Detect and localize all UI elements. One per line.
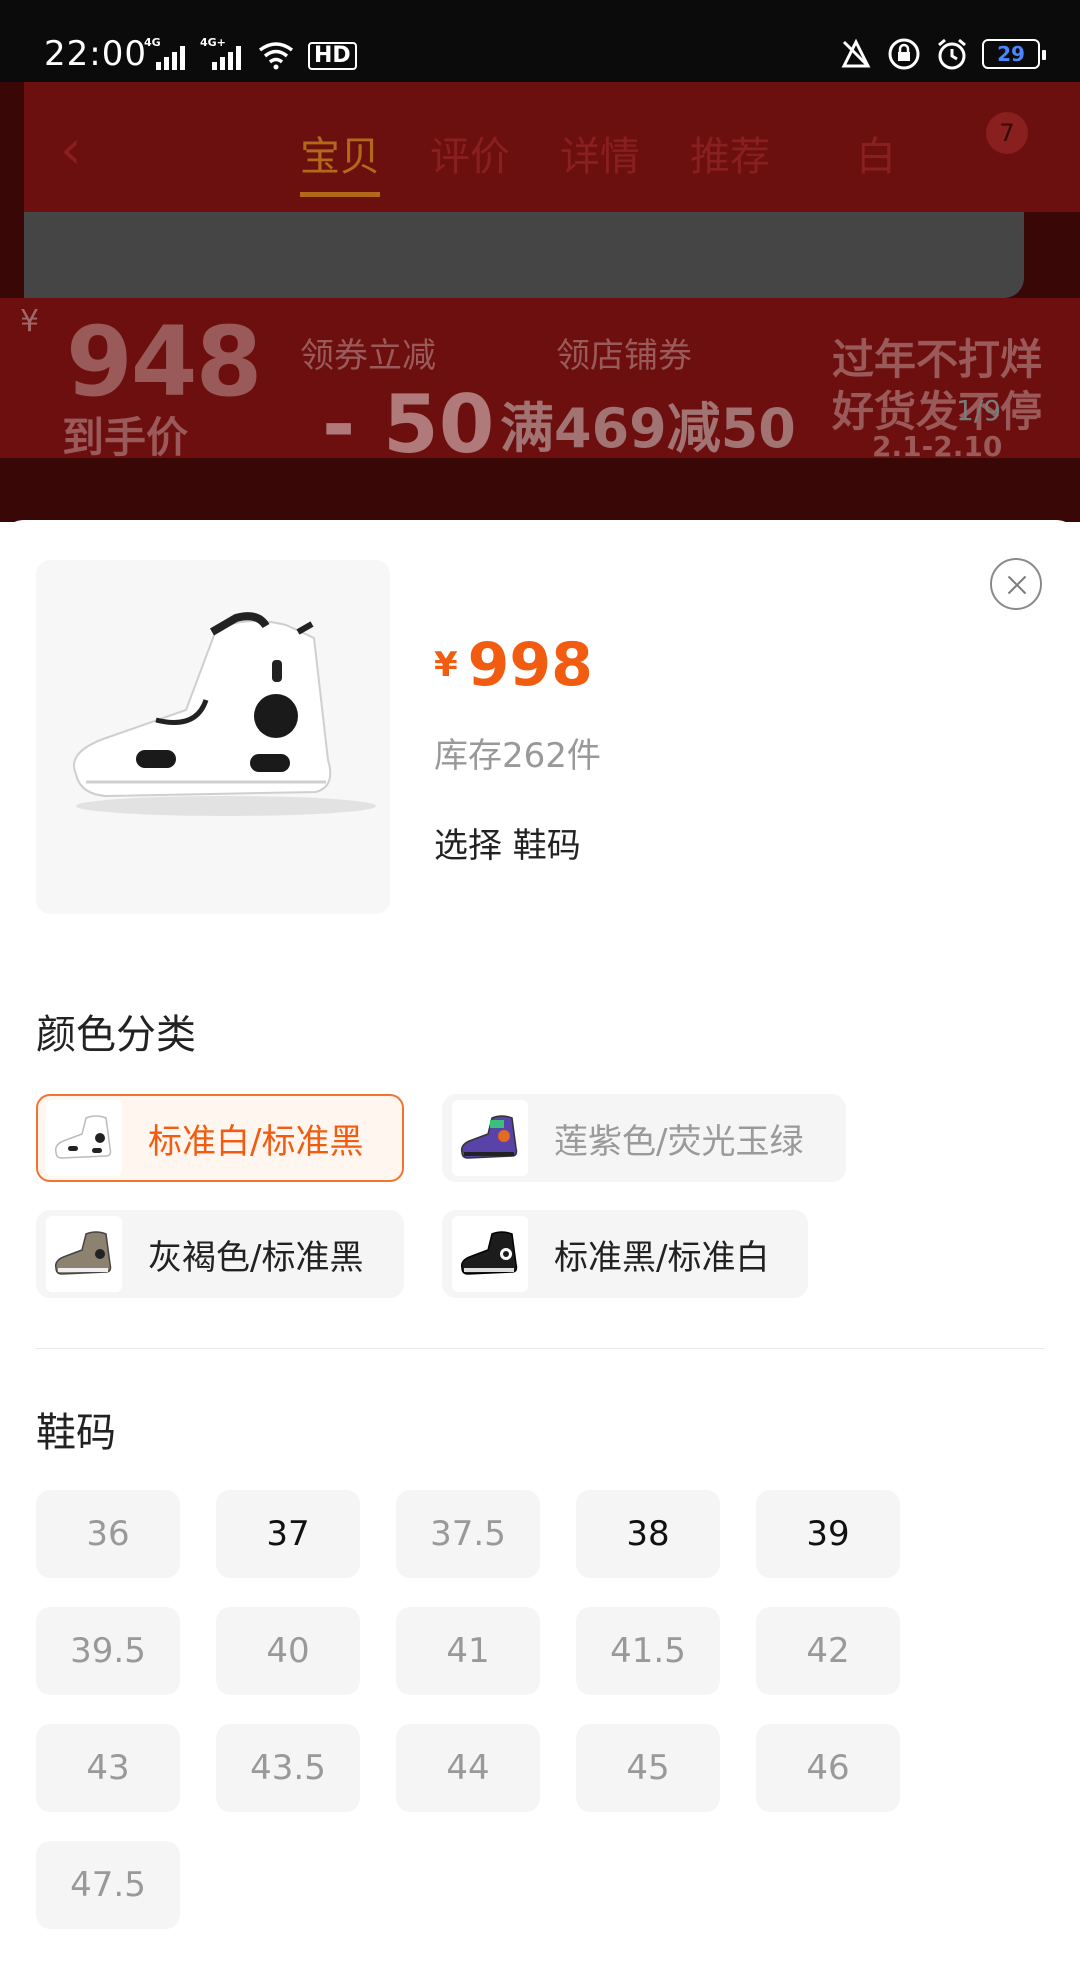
background-tabs: 宝贝 评价 详情 推荐 [300, 124, 770, 197]
size-option-41[interactable]: 41 [396, 1607, 540, 1695]
status-right: 29 [838, 36, 1046, 72]
status-bar: 22:00 4G 4G+ HD 29 [0, 0, 1080, 82]
back-icon: ‹ [60, 118, 82, 181]
size-option-37[interactable]: 37 [216, 1490, 360, 1578]
color-option-label: 灰褐色/标准黑 [148, 1237, 364, 1278]
alarm-icon [938, 38, 966, 70]
promo-dates: 2.1-2.10 [872, 430, 1003, 463]
color-thumbnail [452, 1216, 528, 1292]
section-divider [36, 1348, 1044, 1349]
size-option-42[interactable]: 42 [756, 1607, 900, 1695]
tab-details: 详情 [560, 134, 640, 180]
status-time: 22:00 [44, 34, 147, 74]
product-price: ¥998 [434, 630, 593, 700]
color-option-black-white[interactable]: 标准黑/标准白 [442, 1210, 808, 1298]
size-option-46[interactable]: 46 [756, 1724, 900, 1812]
promo-shop-coupon-value: 满469减50 [500, 397, 796, 460]
background-color-label: 白 [856, 134, 896, 180]
price-value: 998 [467, 630, 593, 700]
size-option-36[interactable]: 36 [36, 1490, 180, 1578]
tab-recommend: 推荐 [690, 134, 770, 180]
color-section-title: 颜色分类 [36, 1012, 196, 1058]
currency-symbol: ¥ [434, 645, 458, 685]
promo-shop-coupon-label: 领店铺券 [556, 336, 692, 376]
hd-icon: HD [308, 42, 357, 70]
tab-reviews: 评价 [430, 134, 510, 180]
size-option-37-5[interactable]: 37.5 [396, 1490, 540, 1578]
image-page-indicator: 1/9 [956, 394, 1002, 427]
color-option-label: 标准黑/标准白 [554, 1237, 770, 1278]
promo-coupon-label: 领券立减 [300, 336, 436, 376]
size-option-47-5[interactable]: 47.5 [36, 1841, 180, 1929]
promo-final-price: 948 [66, 306, 262, 418]
promo-final-price-label: 到手价 [62, 413, 189, 462]
background-image-strip [24, 212, 1024, 298]
size-option-41-5[interactable]: 41.5 [576, 1607, 720, 1695]
size-option-39[interactable]: 39 [756, 1490, 900, 1578]
size-option-44[interactable]: 44 [396, 1724, 540, 1812]
wifi-icon [258, 42, 294, 70]
size-section-title: 鞋码 [36, 1410, 116, 1456]
size-option-43[interactable]: 43 [36, 1724, 180, 1812]
color-thumbnail [46, 1216, 122, 1292]
color-option-label: 莲紫色/荧光玉绿 [554, 1121, 804, 1162]
cart-badge: 7 [986, 112, 1028, 154]
rotation-lock-icon [888, 38, 920, 70]
color-option-label: 标准白/标准黑 [148, 1121, 364, 1162]
color-thumbnail [46, 1100, 122, 1176]
vibrate-icon [841, 38, 871, 68]
size-option-45[interactable]: 45 [576, 1724, 720, 1812]
color-option-standard-white-black[interactable]: 标准白/标准黑 [36, 1094, 404, 1182]
signal-icon: 4G+ [200, 36, 244, 70]
size-option-43-5[interactable]: 43.5 [216, 1724, 360, 1812]
network-indicators: 4G 4G+ HD [144, 36, 357, 70]
selection-hint: 选择 鞋码 [434, 826, 581, 866]
stock-count: 库存262件 [434, 736, 601, 776]
size-option-40[interactable]: 40 [216, 1607, 360, 1695]
product-image[interactable] [36, 560, 390, 914]
tab-baobei: 宝贝 [300, 124, 380, 197]
promo-banner: ¥ 948 到手价 领券立减 - 50 领店铺券 满469减50 过年不打烊 好… [0, 298, 1080, 471]
promo-coupon-value: - 50 [322, 378, 495, 471]
color-option-taupe-black[interactable]: 灰褐色/标准黑 [36, 1210, 404, 1298]
size-option-38[interactable]: 38 [576, 1490, 720, 1578]
color-option-lotus-purple-green[interactable]: 莲紫色/荧光玉绿 [442, 1094, 846, 1182]
size-option-39-5[interactable]: 39.5 [36, 1607, 180, 1695]
color-thumbnail [452, 1100, 528, 1176]
promo-yen: ¥ [20, 304, 40, 339]
close-icon[interactable] [990, 558, 1042, 610]
signal-icon: 4G [144, 36, 188, 70]
background-page-overlay[interactable]: ‹ 宝贝 评价 详情 推荐 白 7 ¥ 948 到手价 领券立减 - 50 领店… [0, 82, 1080, 522]
battery-icon: 29 [982, 39, 1046, 69]
sku-selector-sheet: ¥998 库存262件 选择 鞋码 颜色分类 标准白/标准黑 莲紫色/荧光玉绿 … [0, 520, 1080, 1964]
